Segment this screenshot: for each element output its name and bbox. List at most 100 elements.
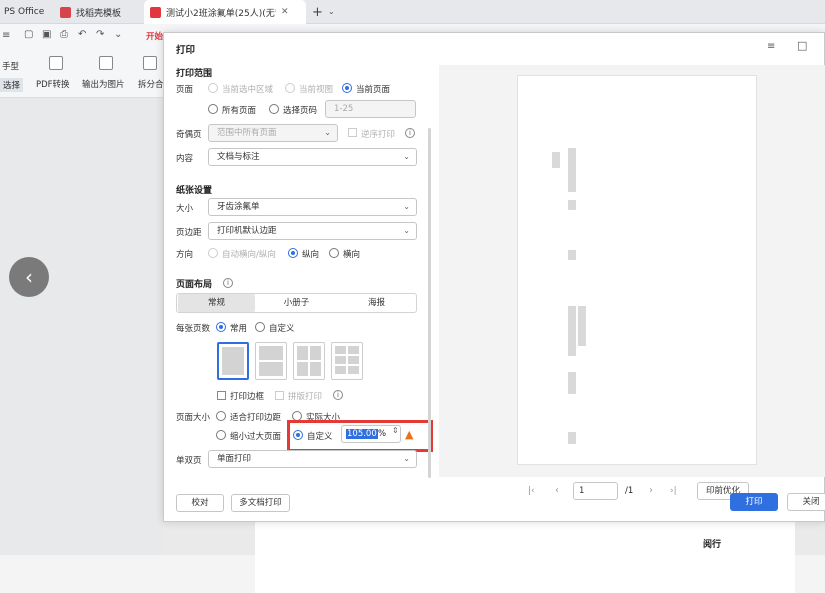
info-icon[interactable]: i <box>405 128 415 138</box>
pdf-icon <box>150 6 161 18</box>
tab-label: 测试小2班涂氟单(25人)(无背景图 <box>166 8 276 19</box>
stepper-icon[interactable]: ⇕ <box>392 426 399 435</box>
reverse-print-checkbox[interactable] <box>348 128 357 137</box>
last-page-icon[interactable]: ›| <box>670 486 677 496</box>
page-range-input[interactable]: 1-25 <box>325 100 416 118</box>
size-label: 大小 <box>176 204 194 214</box>
radio-custom-pages[interactable] <box>255 322 265 332</box>
radio-common[interactable] <box>216 322 226 332</box>
tab-label: PS Office <box>4 7 45 17</box>
radio-portrait[interactable] <box>288 248 298 258</box>
select-tool-button[interactable]: 选择 <box>0 78 24 92</box>
print-icon[interactable]: ⎙ <box>60 29 68 40</box>
odd-even-label: 奇偶页 <box>176 130 202 140</box>
pdf-convert-button[interactable]: PDF转换 <box>36 78 70 90</box>
chevron-down-icon: ⌄ <box>403 152 410 161</box>
previous-page-button[interactable]: ‹ <box>9 257 49 297</box>
content-select[interactable]: 文档与标注 ⌄ <box>208 148 417 166</box>
page-layout-heading: 页面布局 <box>176 280 213 290</box>
radio-selection[interactable] <box>208 83 218 93</box>
layout-1-per-sheet[interactable] <box>217 342 249 380</box>
chevron-down-icon: ⌄ <box>403 454 410 463</box>
radio-current-view[interactable] <box>285 83 295 93</box>
radio-shrink-large[interactable] <box>216 430 226 440</box>
chevron-down-icon: ⌄ <box>324 128 331 137</box>
margin-label: 页边距 <box>176 228 202 238</box>
radio-landscape[interactable] <box>329 248 339 258</box>
layout-6-per-sheet[interactable] <box>331 342 363 380</box>
tab-current-document[interactable]: 测试小2班涂氟单(25人)(无背景图 ✕ <box>144 0 306 24</box>
seg-booklet[interactable]: 小册子 <box>258 294 335 312</box>
page-number-input[interactable]: 1 <box>573 482 618 500</box>
layout-segmented-control: 常规 小册子 海报 <box>176 293 417 313</box>
menu-icon[interactable]: ≡ <box>2 30 10 41</box>
radio-all-pages[interactable] <box>208 104 218 114</box>
tab-start[interactable]: 开始 <box>146 30 163 42</box>
export-image-button[interactable]: 输出为图片 <box>82 78 125 90</box>
seg-normal[interactable]: 常规 <box>178 294 255 312</box>
maximize-icon[interactable]: □ <box>797 39 807 52</box>
radio-fit-margins[interactable] <box>216 411 226 421</box>
chevron-down-icon[interactable]: ⌄ <box>114 29 122 40</box>
menu-icon[interactable]: ≡ <box>767 41 775 52</box>
dialog-title: 打印 <box>176 45 196 56</box>
print-button[interactable]: 打印 <box>730 493 778 511</box>
redo-icon[interactable]: ↷ <box>96 29 104 40</box>
seg-poster[interactable]: 海报 <box>338 294 415 312</box>
pdf-convert-icon <box>49 56 63 70</box>
tab-template[interactable]: 找稻壳模板 <box>54 0 127 24</box>
tab-wps-office[interactable]: PS Office <box>0 0 50 24</box>
radio-current-page-label: 当前页面 <box>356 85 391 95</box>
first-page-icon[interactable]: |‹ <box>528 486 535 496</box>
scale-input[interactable]: 105.00 % ⇕ <box>341 425 401 443</box>
radio-select-pages[interactable] <box>269 104 279 114</box>
close-icon[interactable]: ✕ <box>281 7 289 17</box>
chevron-down-icon: ⌄ <box>403 202 410 211</box>
print-border-label: 打印边框 <box>230 392 265 402</box>
reverse-print-label: 逆序打印 <box>361 130 396 140</box>
radio-auto-orientation-label: 自动横向/纵向 <box>222 250 276 260</box>
content-label: 内容 <box>176 154 194 164</box>
paper-size-select[interactable]: 牙齿涂氟单 ⌄ <box>208 198 417 216</box>
preview-page <box>517 75 757 465</box>
layout-2-per-sheet[interactable] <box>255 342 287 380</box>
radio-auto-orientation[interactable] <box>208 248 218 258</box>
info-icon[interactable]: i <box>223 278 233 288</box>
print-range-heading: 打印范围 <box>176 69 213 79</box>
new-tab-icon[interactable]: + <box>312 5 323 20</box>
document-page: 阅行 <box>255 522 795 593</box>
orientation-label: 方向 <box>176 250 194 260</box>
radio-custom-scale-label: 自定义 <box>307 432 333 442</box>
odd-even-select[interactable]: 范围中所有页面 ⌄ <box>208 124 338 142</box>
tab-bar: PS Office 找稻壳模板 测试小2班涂氟单(25人)(无背景图 ✕ + ⌄ <box>0 0 825 24</box>
print-border-checkbox[interactable] <box>217 391 226 400</box>
prev-page-icon[interactable]: ‹ <box>555 485 559 496</box>
page-total: /1 <box>625 486 634 496</box>
save-icon[interactable]: ▣ <box>42 29 51 40</box>
next-page-icon[interactable]: › <box>649 485 653 496</box>
warning-icon: ▲ <box>405 428 414 441</box>
radio-common-label: 常用 <box>230 324 248 334</box>
scrollbar[interactable] <box>428 128 431 478</box>
folder-icon[interactable]: ▢ <box>24 29 33 40</box>
proof-button[interactable]: 校对 <box>176 494 224 512</box>
split-merge-button[interactable]: 拆分合 <box>138 78 164 90</box>
page-size-label: 页面大小 <box>176 413 211 423</box>
chevron-down-icon[interactable]: ⌄ <box>328 7 335 16</box>
radio-landscape-label: 横向 <box>343 250 361 260</box>
split-icon <box>143 56 157 70</box>
radio-custom-pages-label: 自定义 <box>269 324 295 334</box>
tile-print-checkbox[interactable] <box>275 391 284 400</box>
duplex-select[interactable]: 单面打印 ⌄ <box>208 450 417 468</box>
info-icon[interactable]: i <box>333 390 343 400</box>
radio-shrink-large-label: 缩小过大页面 <box>230 432 282 442</box>
tab-label: 找稻壳模板 <box>76 8 122 19</box>
undo-icon[interactable]: ↶ <box>78 29 86 40</box>
layout-4-per-sheet[interactable] <box>293 342 325 380</box>
radio-custom-scale[interactable] <box>293 430 303 440</box>
hand-tool-button[interactable]: 手型 <box>2 60 19 72</box>
margin-select[interactable]: 打印机默认边距 ⌄ <box>208 222 417 240</box>
multi-document-print-button[interactable]: 多文档打印 <box>231 494 290 512</box>
radio-current-page[interactable] <box>342 83 352 93</box>
close-button[interactable]: 关闭 <box>787 493 825 511</box>
